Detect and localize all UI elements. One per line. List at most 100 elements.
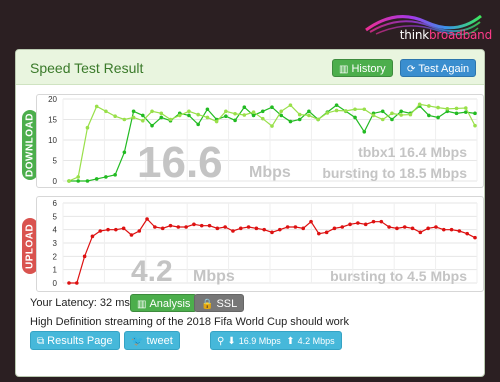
analysis-button[interactable]: ▥ Analysis — [130, 294, 198, 312]
upload-chart-svg: 6 5 4 3 2 1 0 4.2 Mbps bursting to 4.5 Mbps — [53, 199, 478, 288]
y-tick-label: 0 — [53, 279, 58, 288]
y-tick-label: 6 — [53, 199, 58, 208]
y-tick-label: 15 — [48, 116, 57, 125]
data-point — [324, 230, 329, 235]
data-point — [278, 227, 282, 232]
data-point — [159, 111, 164, 116]
data-point — [301, 226, 306, 231]
data-point — [104, 175, 108, 179]
download-chart-svg: 20 15 10 5 0 16.6 Mbps tbbx1 16.4 Mbps bursting … — [48, 95, 478, 187]
data-point — [251, 113, 256, 118]
data-point — [238, 226, 243, 231]
data-point — [168, 117, 173, 122]
data-point — [363, 222, 368, 227]
data-point — [76, 179, 81, 183]
data-point — [426, 226, 430, 231]
data-point — [187, 109, 191, 114]
data-point — [141, 118, 145, 123]
data-point — [417, 102, 422, 107]
upload-speed-unit: Mbps — [193, 268, 235, 285]
data-point — [231, 229, 235, 233]
history-button[interactable]: ▥ History — [332, 59, 393, 77]
data-point — [233, 118, 237, 123]
data-point — [371, 219, 376, 224]
data-point — [362, 107, 367, 112]
data-point — [251, 110, 256, 114]
data-point — [168, 223, 173, 228]
data-point — [160, 226, 165, 231]
data-point — [260, 116, 265, 121]
speed-badge[interactable]: ⚲ ⬇ 16.9 Mbps ⬆ 4.2 Mbps — [210, 331, 342, 350]
data-point — [340, 225, 345, 229]
data-point — [113, 114, 117, 119]
y-tick-label: 10 — [48, 136, 57, 145]
y-tick-label: 4 — [53, 226, 58, 235]
data-point — [214, 119, 219, 124]
streaming-text: High Definition streaming of the 2018 Fi… — [30, 316, 349, 328]
data-point — [246, 225, 251, 229]
brand-logo[interactable]: thinkbroadband — [400, 28, 492, 42]
data-point — [67, 179, 71, 183]
upload-icon: ⬆ — [286, 336, 295, 347]
data-point — [454, 111, 459, 116]
map-marker-icon: ⚲ — [217, 336, 225, 347]
data-point — [427, 113, 431, 118]
data-point — [279, 109, 284, 114]
data-point — [395, 226, 399, 231]
data-point — [408, 112, 413, 117]
y-tick-label: 5 — [53, 212, 58, 221]
y-tick-label: 3 — [53, 239, 58, 248]
data-point — [224, 114, 228, 119]
data-point — [106, 227, 110, 232]
data-point — [465, 231, 469, 236]
data-point — [196, 112, 200, 117]
y-tick-label: 2 — [53, 252, 58, 261]
data-point — [159, 115, 164, 120]
download-icon: ⬇ — [227, 336, 236, 347]
data-point — [473, 123, 477, 128]
data-point — [449, 227, 454, 232]
data-point — [67, 281, 71, 285]
results-page-button[interactable]: ⧉ Results Page — [30, 331, 120, 350]
upload-bursting-text: bursting to 4.5 Mbps — [330, 268, 467, 284]
data-point — [353, 107, 357, 112]
data-point — [445, 107, 450, 111]
data-point — [129, 233, 134, 237]
lock-icon: 🔒 — [201, 299, 214, 310]
y-tick-label: 5 — [53, 157, 58, 166]
data-point — [141, 113, 145, 118]
data-point — [285, 225, 290, 229]
tbbx-text: tbbx1 16.4 Mbps — [358, 144, 467, 160]
data-point — [297, 117, 302, 122]
y-tick-label: 0 — [53, 177, 58, 185]
data-point — [94, 177, 99, 181]
data-point — [297, 112, 302, 117]
speed-test-card: Speed Test Result ▥ History ⟳ Test Again D… — [15, 49, 485, 377]
test-again-button[interactable]: ⟳ Test Again — [400, 59, 477, 77]
data-point — [427, 104, 431, 108]
download-bursting-text: bursting to 18.5 Mbps — [322, 165, 467, 181]
upload-chart: 6 5 4 3 2 1 0 4.2 Mbps bursting to 4.5 Mbps — [36, 196, 484, 292]
upload-speed-value: 4.2 — [131, 255, 173, 288]
data-point — [434, 225, 438, 229]
data-point — [75, 281, 79, 285]
ssl-badge[interactable]: 🔒 SSL — [194, 294, 245, 312]
data-point — [145, 217, 149, 221]
data-point — [334, 103, 339, 107]
data-point — [418, 230, 423, 235]
y-tick-label: 20 — [48, 95, 57, 104]
data-point — [293, 225, 298, 229]
data-point — [399, 109, 403, 114]
data-point — [270, 124, 274, 128]
data-point — [85, 125, 90, 130]
data-point — [254, 226, 259, 231]
data-point — [184, 225, 188, 229]
data-point — [362, 130, 367, 134]
data-point — [215, 226, 220, 231]
data-point — [436, 115, 440, 120]
external-link-icon: ⧉ — [37, 336, 45, 347]
data-point — [344, 109, 348, 113]
data-point — [233, 111, 237, 116]
download-speed-value: 16.6 — [137, 138, 223, 185]
tweet-button[interactable]: 🐦 tweet — [124, 331, 180, 350]
